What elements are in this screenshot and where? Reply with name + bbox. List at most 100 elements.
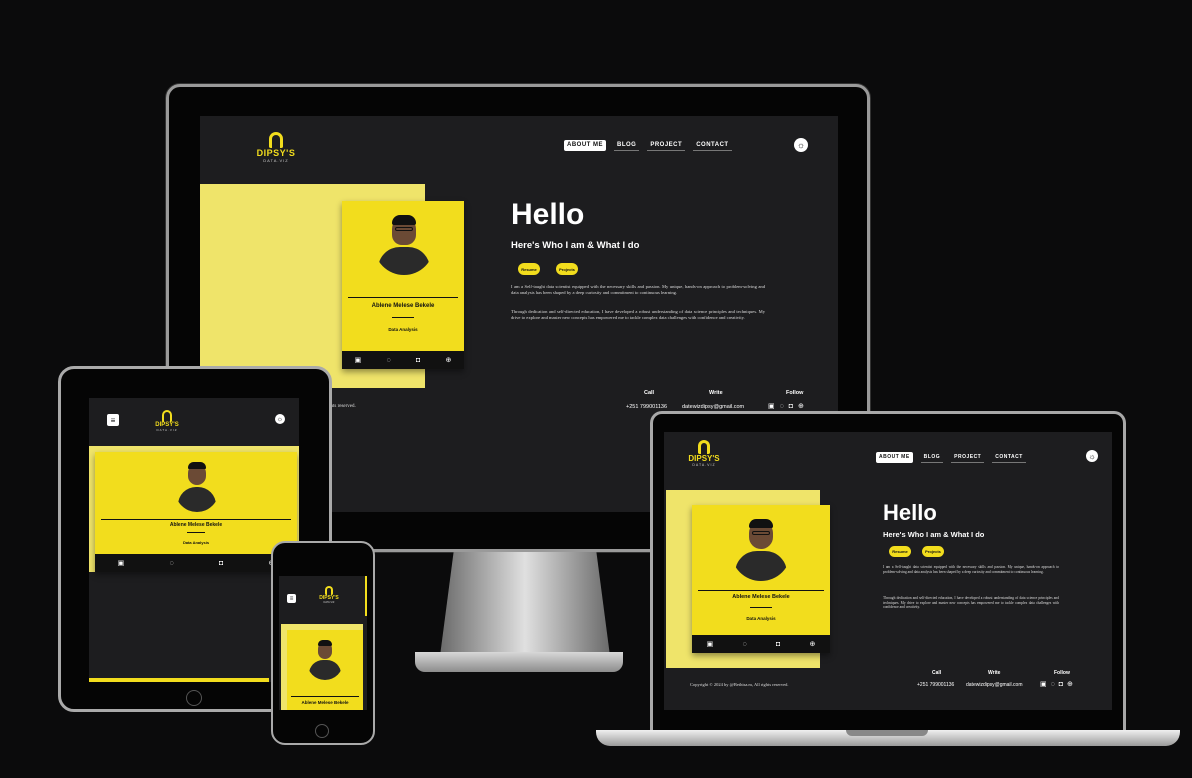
nav-about[interactable]: ABOUT ME xyxy=(564,140,606,151)
footer-write-value[interactable]: datewizdipsy@gmail.com xyxy=(966,682,1022,688)
nav-blog[interactable]: BLOG xyxy=(920,452,944,463)
phone-home-button[interactable] xyxy=(315,724,329,738)
brand-name: DIPSY'S xyxy=(256,148,296,158)
whatsapp-icon[interactable]: ◌ xyxy=(1051,680,1055,688)
footer-follow-label: Follow xyxy=(1054,670,1070,676)
laptop-notch xyxy=(846,730,928,736)
nav-project[interactable]: PROJECT xyxy=(647,140,686,151)
nav-bar: ABOUT ME BLOG PROJECT CONTACT xyxy=(876,452,1026,463)
whatsapp-icon[interactable]: ◌ xyxy=(170,560,174,567)
profile-card: Ablene Melese Bekele Data Analysis ▣ ◌ ◘… xyxy=(95,452,297,572)
hero-subtitle: Here's Who I am & What I do xyxy=(883,530,985,539)
footer-copyright: ghts reserved. xyxy=(328,404,356,409)
nav-bar: ABOUT ME BLOG PROJECT CONTACT xyxy=(564,140,732,151)
footer-social: ▣ ◌ ◘ ⊕ xyxy=(768,402,804,411)
brand-tagline: DATA.VIZ xyxy=(263,158,289,163)
hero-paragraph-1: I am a Self-taught data scientist equipp… xyxy=(511,284,765,295)
menu-icon[interactable]: ≡ xyxy=(287,594,296,603)
avatar xyxy=(374,215,434,275)
brand-tagline: DATA.VIZ xyxy=(156,428,178,432)
instagram-icon[interactable]: ◘ xyxy=(789,402,793,410)
profile-name: Ablene Melese Bekele xyxy=(169,522,223,528)
hero-subtitle: Here's Who I am & What I do xyxy=(511,240,640,251)
brand-logo[interactable]: DIPSY'S DATA.VIZ xyxy=(313,586,345,604)
projects-button[interactable]: Projects xyxy=(922,546,944,557)
menu-icon[interactable]: ≡ xyxy=(107,414,119,426)
brand-logo[interactable]: DIPSY'S DATA.VIZ xyxy=(682,440,726,467)
linkedin-icon[interactable]: ▣ xyxy=(355,356,362,364)
avatar xyxy=(175,462,219,512)
logo-mark-icon xyxy=(162,410,172,422)
theme-toggle[interactable]: ☼ xyxy=(1086,450,1098,462)
footer-call-value[interactable]: +251 799001136 xyxy=(917,682,954,688)
whatsapp-icon[interactable]: ◌ xyxy=(780,402,784,410)
resume-button[interactable]: Resume xyxy=(889,546,911,557)
nav-about[interactable]: ABOUT ME xyxy=(876,452,913,463)
brand-logo[interactable]: DIPSY'S DATA.VIZ xyxy=(252,132,300,174)
profile-role: Data Analysis xyxy=(746,616,776,621)
footer-follow-label: Follow xyxy=(786,390,804,396)
hero-title: Hello xyxy=(883,500,937,525)
whatsapp-icon[interactable]: ◌ xyxy=(387,357,391,364)
social-bar: ▣ ◌ ◘ ⊕ xyxy=(342,351,464,369)
globe-icon[interactable]: ⊕ xyxy=(1067,680,1073,688)
whatsapp-icon[interactable]: ◌ xyxy=(743,641,747,648)
profile-card: Ablene Melese Bekele xyxy=(287,630,363,710)
profile-name: Ablene Melese Bekele xyxy=(301,700,349,705)
footer-call-value[interactable]: +251 799001136 xyxy=(626,404,667,410)
nav-project[interactable]: PROJECT xyxy=(951,452,985,463)
avatar xyxy=(731,517,791,581)
footer-write-label: Write xyxy=(988,670,1001,676)
monitor-base xyxy=(415,652,623,672)
linkedin-icon[interactable]: ▣ xyxy=(707,640,714,648)
avatar xyxy=(307,640,343,680)
globe-icon[interactable]: ⊕ xyxy=(809,640,815,648)
globe-icon[interactable]: ⊕ xyxy=(445,356,451,364)
nav-contact[interactable]: CONTACT xyxy=(693,140,732,151)
tablet-home-button[interactable] xyxy=(186,690,202,706)
hero-paragraph-1: I am a Self-taught data scientist equipp… xyxy=(883,565,1059,574)
footer-write-value[interactable]: datewizdipsy@gmail.com xyxy=(682,404,744,410)
monitor-stand xyxy=(440,552,610,656)
hero-paragraph-2: Through dedication and self-directed edu… xyxy=(883,596,1059,610)
tablet-screen: ≡ DIPSY'S DATA.VIZ ☼ Ablene Melese Bekel… xyxy=(89,398,299,682)
brand-tagline: DATA.VIZ xyxy=(323,601,335,604)
side-strip xyxy=(365,576,367,616)
profile-role: Data Analysis xyxy=(388,327,418,332)
brand-tagline: DATA.VIZ xyxy=(692,463,716,467)
sun-icon: ☼ xyxy=(276,415,284,423)
footer-copyright: Copyright © 2024 by @Bethisa.m, All righ… xyxy=(690,682,789,687)
section-strip xyxy=(89,678,269,682)
profile-role: Data Analysis xyxy=(182,540,210,545)
projects-button[interactable]: Projects xyxy=(556,263,578,275)
phone-screen: ≡ DIPSY'S DATA.VIZ Ablene Melese Bekele xyxy=(279,576,367,710)
logo-mark-icon xyxy=(325,586,333,595)
nav-contact[interactable]: CONTACT xyxy=(992,452,1026,463)
instagram-icon[interactable]: ◘ xyxy=(219,560,223,567)
profile-card: Ablene Melese Bekele Data Analysis ▣ ◌ ◘… xyxy=(692,505,830,653)
profile-card: Ablene Melese Bekele Data Analysis ▣ ◌ ◘… xyxy=(342,201,464,369)
logo-mark-icon xyxy=(269,132,283,148)
linkedin-icon[interactable]: ▣ xyxy=(1040,680,1047,688)
theme-toggle[interactable]: ☼ xyxy=(275,414,285,424)
footer-call-label: Call xyxy=(644,390,655,396)
social-bar: ▣ ◌ ◘ ⊕ xyxy=(95,554,297,572)
linkedin-icon[interactable]: ▣ xyxy=(118,559,125,567)
profile-name: Ablene Melese Bekele xyxy=(732,594,790,600)
sun-icon: ☼ xyxy=(796,140,806,150)
linkedin-icon[interactable]: ▣ xyxy=(768,402,775,410)
instagram-icon[interactable]: ◘ xyxy=(1059,680,1063,688)
instagram-icon[interactable]: ◘ xyxy=(416,357,420,364)
logo-mark-icon xyxy=(698,440,710,454)
globe-icon[interactable]: ⊕ xyxy=(798,402,804,410)
theme-toggle[interactable]: ☼ xyxy=(794,138,808,152)
laptop-screen: DIPSY'S DATA.VIZ ABOUT ME BLOG PROJECT C… xyxy=(664,432,1112,710)
footer-call-label: Call xyxy=(932,670,942,676)
brand-logo[interactable]: DIPSY'S DATA.VIZ xyxy=(147,410,187,432)
footer-write-label: Write xyxy=(709,390,723,396)
footer-social: ▣ ◌ ◘ ⊕ xyxy=(1040,680,1073,689)
nav-blog[interactable]: BLOG xyxy=(614,140,640,151)
instagram-icon[interactable]: ◘ xyxy=(776,641,780,648)
sun-icon: ☼ xyxy=(1088,451,1096,461)
resume-button[interactable]: Resume xyxy=(518,263,540,275)
